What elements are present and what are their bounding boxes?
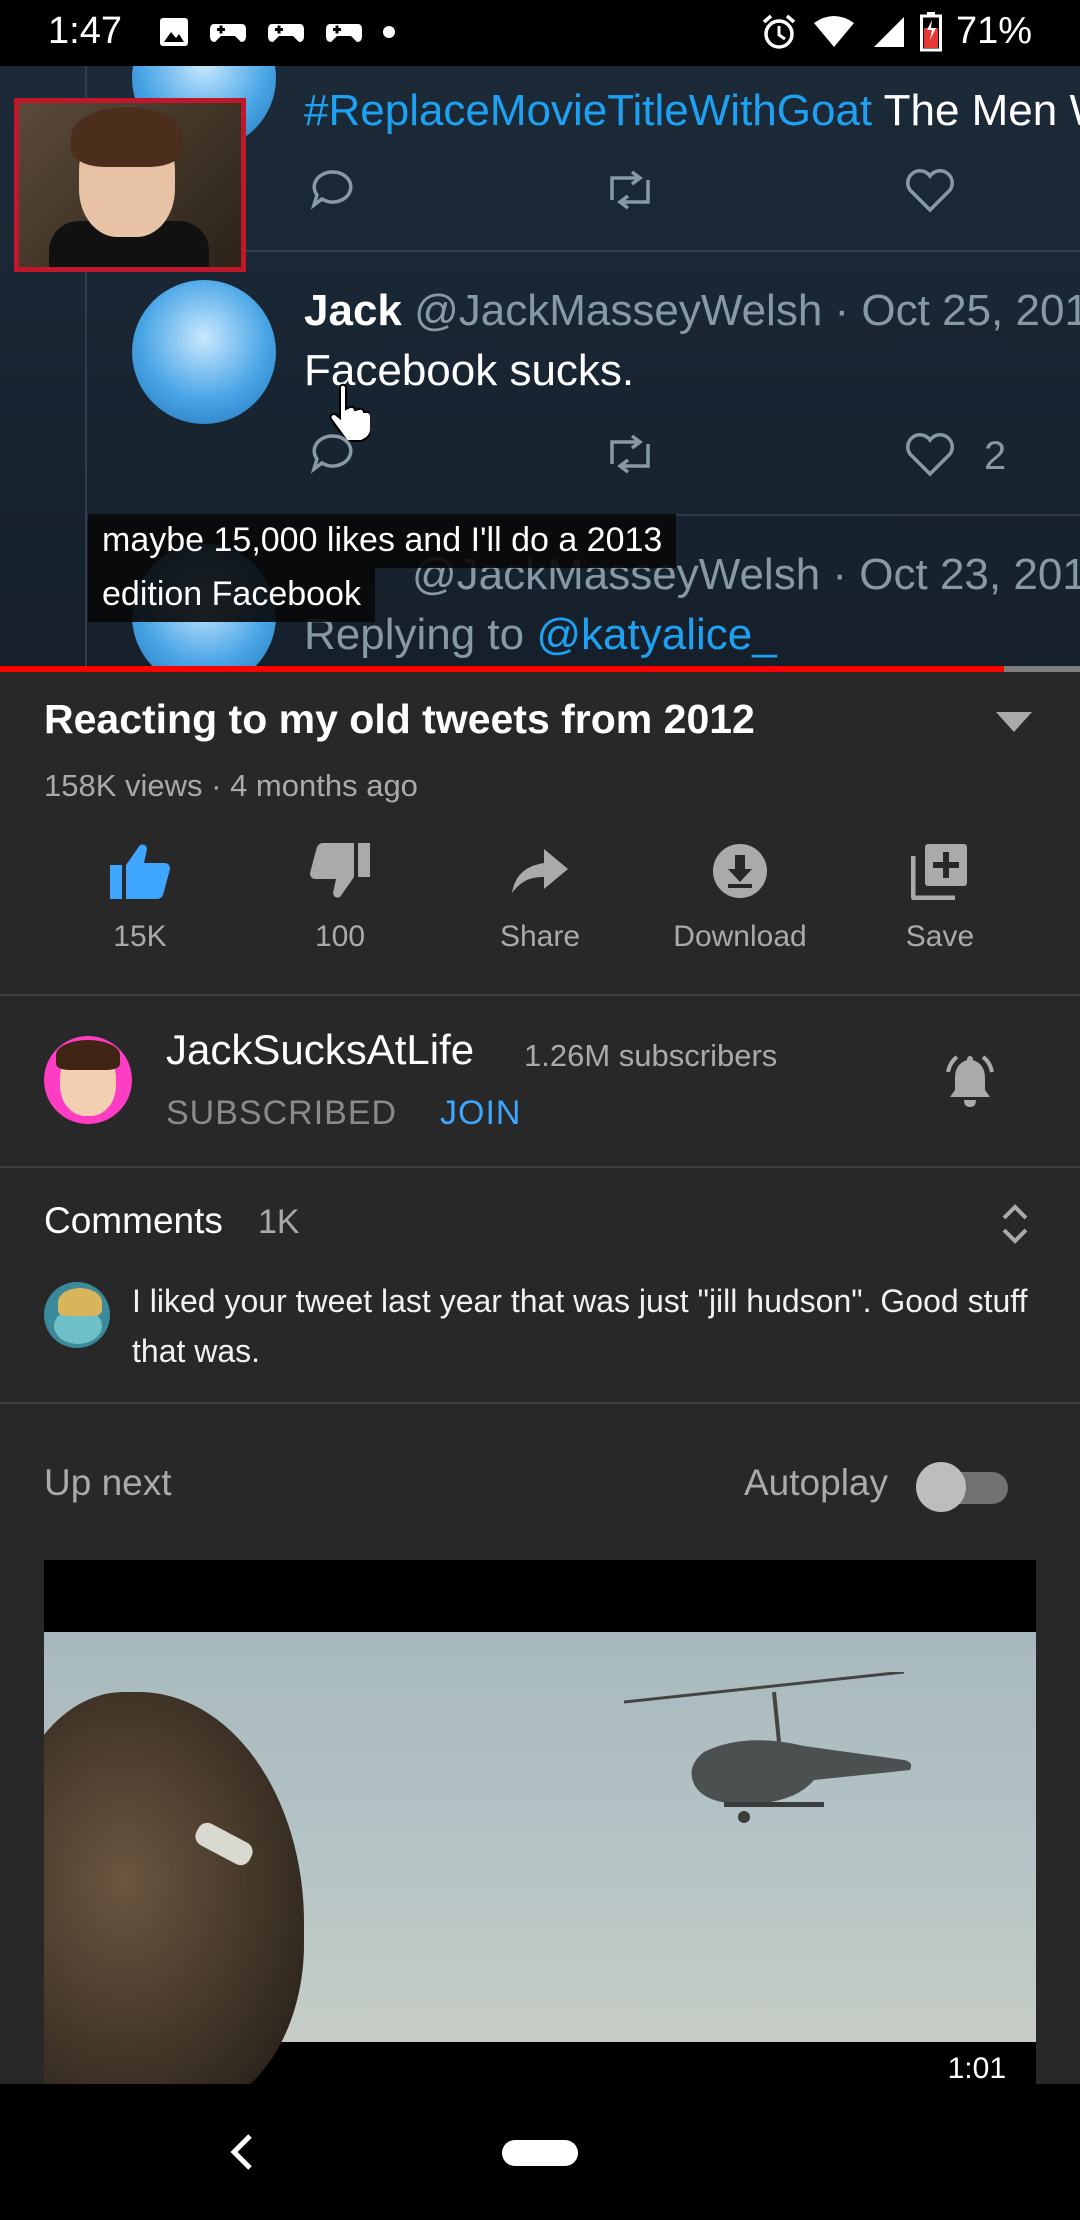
download-label: Download <box>673 920 807 953</box>
notification-bell-icon[interactable] <box>938 1050 1002 1114</box>
subscriber-count: 1.26M subscribers <box>524 1038 778 1073</box>
video-meta: 158K views · 4 months ago <box>44 768 418 803</box>
save-icon <box>911 844 967 900</box>
back-icon[interactable] <box>222 2128 262 2176</box>
reply-icon <box>310 434 353 474</box>
signal-icon <box>873 16 904 47</box>
like-icon <box>906 433 954 477</box>
video-title: Reacting to my old tweets from 2012 <box>44 696 755 742</box>
reply-handle: @katyalice_ <box>536 610 777 659</box>
notification-icons <box>158 16 396 48</box>
caption-line: edition Facebook <box>88 568 375 622</box>
autoplay-toggle[interactable] <box>916 1462 1008 1512</box>
tweet-avatar <box>132 280 276 424</box>
save-button[interactable]: Save <box>850 836 1030 954</box>
retweet-icon <box>610 170 650 210</box>
game-controller-icon <box>210 24 246 42</box>
tweet-header: Jack @JackMasseyWelsh · Oct 25, 2012 <box>304 286 1080 336</box>
like-count: 15K <box>113 920 167 953</box>
helicopter-image <box>623 1672 912 1823</box>
game-controller-icon <box>268 24 304 42</box>
thumbs-up-icon <box>110 844 170 899</box>
status-time: 1:47 <box>48 10 122 52</box>
expand-description-icon[interactable] <box>994 710 1034 734</box>
up-next-label: Up next <box>44 1462 172 1503</box>
battery-percent: 71% <box>955 10 1032 52</box>
progress-fill <box>0 666 1005 672</box>
like-icon <box>906 169 954 213</box>
share-label: Share <box>499 920 581 953</box>
facecam-overlay <box>14 98 246 272</box>
share-button[interactable]: Share <box>450 836 630 954</box>
subscribed-button[interactable]: SUBSCRIBED <box>166 1094 397 1133</box>
up-next-thumbnail[interactable]: 1:01 <box>44 1560 1036 2084</box>
status-bar: 1:47 71% <box>0 0 1080 66</box>
divider <box>0 1166 1080 1168</box>
action-row: 15K 100 Share Download Save <box>0 836 1080 966</box>
video-progress-bar[interactable] <box>0 666 1080 672</box>
comments-title: Comments <box>44 1200 223 1241</box>
channel-name[interactable]: JackSucksAtLife <box>166 1026 474 1074</box>
thumbs-down-icon <box>310 843 370 898</box>
alarm-icon <box>762 14 796 49</box>
channel-avatar[interactable] <box>44 1036 132 1124</box>
wifi-icon <box>813 15 854 47</box>
dislike-button[interactable]: 100 <box>250 836 430 954</box>
game-controller-icon <box>326 24 362 42</box>
download-icon <box>713 844 767 898</box>
comments-count: 1K <box>258 1203 300 1241</box>
tweet-body: The Men W <box>883 86 1080 135</box>
image-icon <box>160 18 188 46</box>
divider <box>0 994 1080 996</box>
expand-comments-icon[interactable] <box>998 1202 1032 1246</box>
home-pill[interactable] <box>502 2140 578 2166</box>
dislike-count: 100 <box>314 920 366 953</box>
navigation-bar <box>0 2084 1080 2220</box>
save-label: Save <box>905 920 975 953</box>
reply-icon <box>310 170 353 210</box>
like-button[interactable]: 15K <box>50 836 230 954</box>
video-duration: 1:01 <box>947 2052 1006 2084</box>
tweet-like-count: 2 <box>984 434 1007 478</box>
tweet-author: Jack <box>304 286 402 335</box>
top-comment: I liked your tweet last year that was ju… <box>132 1283 1028 1369</box>
tweet-handle: @JackMasseyWelsh · Oct 25, 2012 <box>414 286 1080 335</box>
autoplay-label: Autoplay <box>744 1462 888 1503</box>
system-icons: 71% <box>760 10 1032 53</box>
video-player[interactable]: #ReplaceMovieTitleWithGoat The Men W Jac… <box>0 66 1080 670</box>
download-button[interactable]: Download <box>650 836 830 954</box>
share-icon <box>512 849 568 893</box>
divider <box>0 1402 1080 1404</box>
comment-avatar <box>44 1282 110 1348</box>
join-button[interactable]: JOIN <box>440 1094 521 1133</box>
dot-icon <box>383 26 395 38</box>
caption-line: maybe 15,000 likes and I'll do a 2013 <box>88 514 677 568</box>
retweet-icon <box>610 434 650 474</box>
tweet-text: #ReplaceMovieTitleWithGoat The Men W <box>304 86 1080 136</box>
battery-icon <box>919 11 942 51</box>
tweet-hashtag: #ReplaceMovieTitleWithGoat <box>304 86 873 135</box>
